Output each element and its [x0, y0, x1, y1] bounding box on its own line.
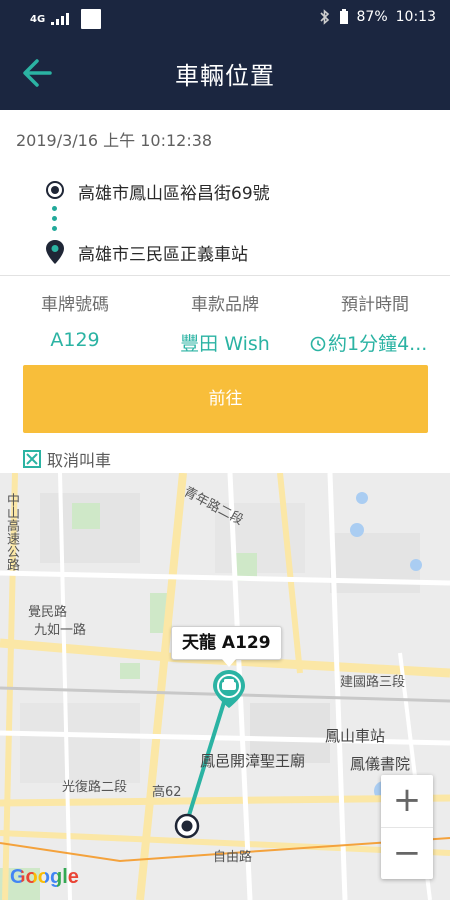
destination-pin-icon	[46, 240, 64, 264]
brand-info: 車款品牌 豐田 Wish	[150, 290, 300, 356]
road-label: 自由路	[213, 850, 253, 865]
app-header: 車輛位置	[0, 36, 450, 110]
road-label: 高62	[152, 785, 182, 800]
user-location-icon	[174, 813, 200, 839]
bluetooth-icon	[319, 9, 329, 25]
temple-label: 鳳邑開漳聖王廟	[200, 752, 306, 770]
destination-address: 高雄市三民區正義車站	[78, 245, 248, 265]
road-label: 建國路三段	[340, 675, 406, 690]
station-label: 鳳山車站	[325, 727, 386, 745]
road-label: 覺民路	[28, 605, 68, 620]
route-summary: 高雄市鳳山區裕昌街69號 高雄市三民區正義車站	[0, 170, 450, 270]
eta-label: 預計時間	[341, 295, 409, 315]
status-bar: 4G 87% 10:13	[0, 0, 450, 36]
signal-icon	[51, 13, 70, 25]
notification-icon	[81, 9, 102, 29]
vehicle-marker-icon[interactable]	[211, 668, 247, 710]
google-logo: Google	[10, 866, 79, 888]
battery-icon	[339, 9, 348, 24]
zoom-in-button[interactable]: +	[381, 775, 433, 827]
clock-icon	[310, 336, 326, 352]
road-label: 中山高速公路	[4, 493, 19, 571]
brand-value: 豐田 Wish	[180, 333, 270, 355]
origin-address: 高雄市鳳山區裕昌街69號	[78, 184, 270, 204]
request-timestamp: 2019/3/16 上午 10:12:38	[16, 131, 213, 150]
page-title: 車輛位置	[175, 62, 275, 90]
cancel-x-icon	[23, 450, 41, 468]
eta-info: 預計時間 約1分鐘4...	[300, 290, 450, 356]
plate-info: 車牌號碼 A129	[0, 290, 150, 351]
zoom-out-button[interactable]: −	[381, 827, 433, 879]
cancel-ride-label: 取消叫車	[47, 451, 112, 470]
clock-time: 10:13	[395, 9, 436, 25]
route-connector	[52, 206, 58, 236]
plate-value: A129	[50, 329, 100, 351]
eta-value: 約1分鐘4...	[328, 333, 428, 355]
academy-label: 鳳儀書院	[350, 755, 411, 773]
network-type: 4G	[30, 13, 46, 25]
vehicle-callout: 天龍 A129	[171, 626, 282, 667]
road-label: 光復路二段	[62, 780, 128, 795]
plate-label: 車牌號碼	[41, 295, 109, 315]
zoom-controls: + −	[381, 775, 433, 879]
divider	[0, 275, 450, 276]
battery-level: 87%	[356, 9, 388, 25]
origin-marker-icon	[46, 181, 64, 199]
cancel-ride-button[interactable]: 取消叫車	[23, 447, 111, 471]
go-button[interactable]: 前往	[23, 365, 428, 433]
road-label: 九如一路	[34, 623, 87, 638]
brand-label: 車款品牌	[191, 295, 259, 315]
